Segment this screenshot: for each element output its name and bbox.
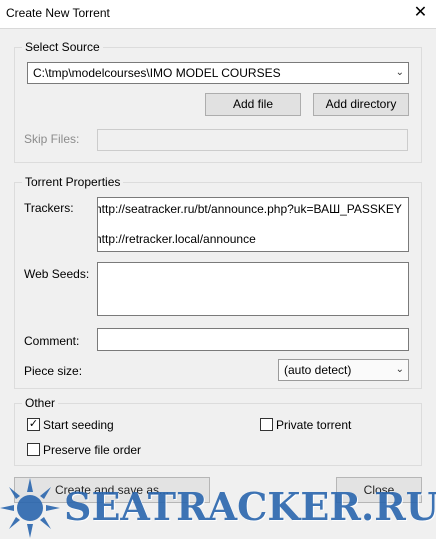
- preserve-file-order-checkbox[interactable]: [27, 443, 40, 456]
- private-torrent-checkbox[interactable]: [260, 418, 273, 431]
- other-legend: Other: [25, 396, 56, 410]
- title-divider: [0, 28, 436, 29]
- chevron-down-icon: ⌄: [395, 67, 404, 78]
- source-path-select[interactable]: C:\tmp\modelcourses\IMO MODEL COURSES ⌄: [27, 62, 409, 84]
- web-seeds-label: Web Seeds:: [24, 267, 90, 281]
- torrent-properties-legend: Torrent Properties: [25, 175, 121, 189]
- watermark-text: SEATRACKER.RU: [64, 484, 436, 529]
- source-path-value: C:\tmp\modelcourses\IMO MODEL COURSES: [33, 66, 281, 80]
- trackers-textarea[interactable]: http://seatracker.ru/bt/announce.php?uk=…: [97, 197, 409, 252]
- window-title: Create New Torrent: [6, 6, 110, 20]
- tracker-line-2: http://retracker.local/announce: [97, 232, 256, 246]
- comment-field[interactable]: [97, 328, 409, 351]
- web-seeds-textarea[interactable]: [97, 262, 409, 316]
- watermark: SEATRACKER.RU: [0, 474, 436, 539]
- start-seeding-label[interactable]: Start seeding: [43, 418, 114, 432]
- trackers-label: Trackers:: [24, 201, 74, 215]
- select-source-legend: Select Source: [25, 40, 100, 54]
- tracker-line-1: http://seatracker.ru/bt/announce.php?uk=…: [97, 202, 402, 216]
- start-seeding-checkbox[interactable]: ✓: [27, 418, 40, 431]
- skip-files-label: Skip Files:: [24, 132, 80, 146]
- comment-label: Comment:: [24, 334, 80, 348]
- skip-files-field: [97, 129, 408, 151]
- chevron-down-icon: ⌄: [395, 364, 404, 375]
- private-torrent-label[interactable]: Private torrent: [276, 418, 351, 432]
- piece-size-value: (auto detect): [284, 363, 352, 377]
- title-bar: Create New Torrent ✕: [0, 0, 436, 28]
- close-window-icon[interactable]: ✕: [405, 0, 436, 28]
- piece-size-label: Piece size:: [24, 364, 83, 378]
- preserve-file-order-label[interactable]: Preserve file order: [43, 443, 141, 457]
- add-directory-button[interactable]: Add directory: [313, 93, 409, 116]
- piece-size-select[interactable]: (auto detect) ⌄: [278, 359, 409, 381]
- add-file-button[interactable]: Add file: [205, 93, 301, 116]
- sun-logo-icon: [0, 478, 60, 538]
